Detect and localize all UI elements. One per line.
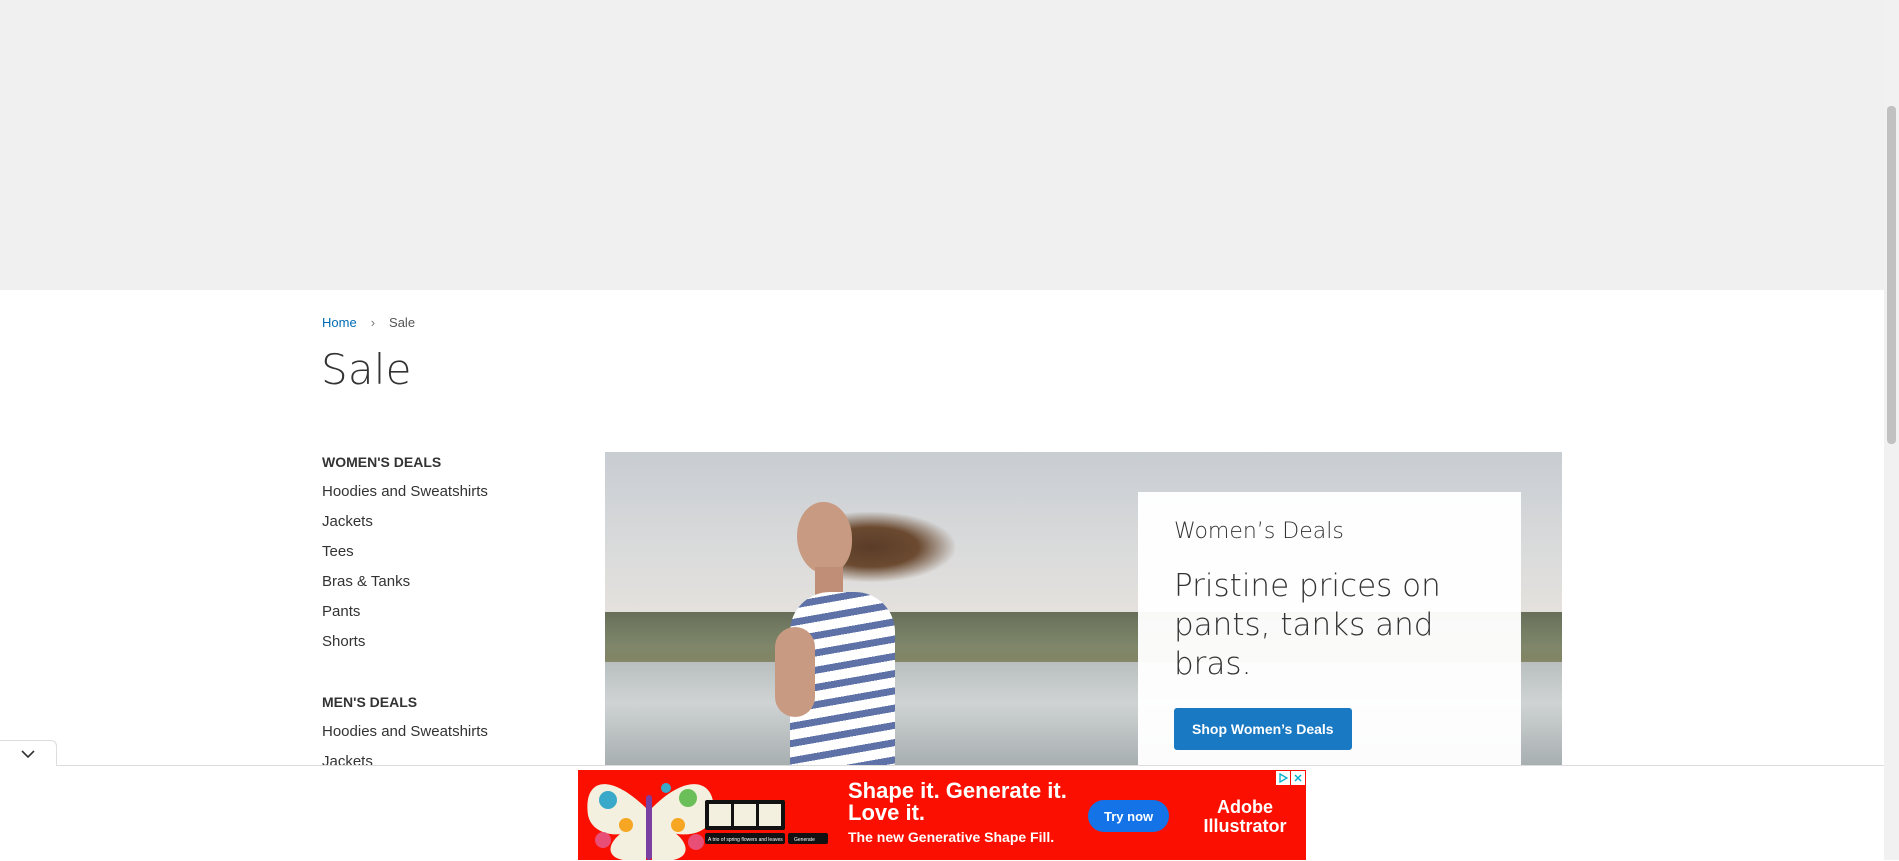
- page-scrollbar[interactable]: [1884, 0, 1899, 860]
- sidebar-item-men-hoodies[interactable]: Hoodies and Sweatshirts: [322, 722, 572, 752]
- svg-text:A trio of spring flowers and l: A trio of spring flowers and leaves: [708, 837, 783, 843]
- ad-headline-line2: Love it.: [848, 800, 926, 825]
- ad-brand-line2: Illustrator: [1203, 816, 1287, 836]
- scrollbar-thumb[interactable]: [1887, 106, 1896, 444]
- sidebar-item-women-bras-tanks[interactable]: Bras & Tanks: [322, 572, 572, 602]
- category-sidebar: WOMEN'S DEALS Hoodies and Sweatshirts Ja…: [322, 452, 572, 782]
- ad-try-now-button[interactable]: Try now: [1088, 800, 1170, 832]
- chevron-down-icon: [21, 749, 35, 758]
- ad-close-icon[interactable]: [1291, 771, 1305, 785]
- ad-headline: Shape it. Generate it. Love it.: [848, 780, 1067, 824]
- banner-photo-runner-arm: [775, 627, 815, 717]
- womens-deals-banner[interactable]: Women’s Deals Pristine prices on pants, …: [605, 452, 1562, 765]
- sidebar-heading-mens-deals: MEN'S DEALS: [322, 694, 418, 710]
- adobe-illustrator-ad[interactable]: A trio of spring flowers and leaves Gene…: [578, 770, 1306, 860]
- svg-text:Generate: Generate: [794, 837, 815, 843]
- sidebar-item-women-jackets[interactable]: Jackets: [322, 512, 572, 542]
- page-title: Sale: [321, 345, 412, 394]
- sidebar-heading-womens-deals: WOMEN'S DEALS: [322, 454, 442, 470]
- sidebar-item-women-hoodies[interactable]: Hoodies and Sweatshirts: [322, 482, 572, 512]
- breadcrumb: Home › Sale: [322, 315, 415, 330]
- sidebar-item-women-pants[interactable]: Pants: [322, 602, 572, 632]
- promo-headline: Pristine prices on pants, tanks and bras…: [1174, 568, 1441, 682]
- promo-subtitle: Women’s Deals: [1174, 519, 1344, 544]
- sidebar-item-women-shorts[interactable]: Shorts: [322, 632, 572, 662]
- sidebar-item-women-tees[interactable]: Tees: [322, 542, 572, 572]
- ad-collapse-toggle[interactable]: [0, 740, 57, 766]
- breadcrumb-current: Sale: [389, 315, 416, 330]
- ad-choices-icon[interactable]: [1276, 771, 1290, 785]
- chevron-right-icon: ›: [370, 315, 376, 330]
- ad-brand-line1: Adobe: [1217, 797, 1273, 817]
- banner-photo-runner-hair: [835, 512, 955, 582]
- ad-subline: The new Generative Shape Fill.: [848, 829, 1055, 845]
- breadcrumb-home-link[interactable]: Home: [322, 315, 357, 330]
- adobe-illustrator-logo: Adobe Illustrator: [1200, 798, 1290, 836]
- shop-womens-deals-button[interactable]: Shop Women’s Deals: [1174, 708, 1352, 750]
- banner-photo-runner-head: [797, 502, 852, 574]
- butterfly-illustration-icon: A trio of spring flowers and leaves Gene…: [578, 770, 843, 860]
- promo-card: Women’s Deals Pristine prices on pants, …: [1138, 492, 1521, 765]
- header-placeholder-band: [0, 0, 1884, 290]
